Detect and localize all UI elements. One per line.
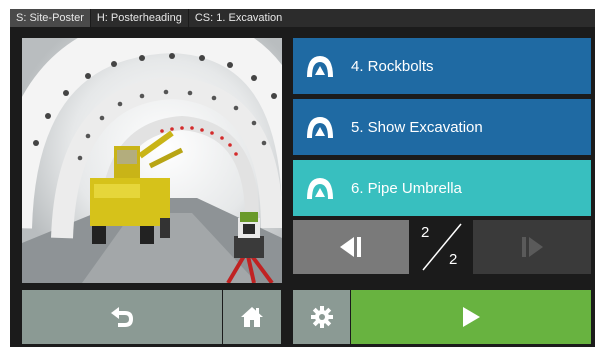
menu-item-label: 5. Show Excavation bbox=[351, 118, 483, 136]
back-button[interactable] bbox=[22, 290, 222, 344]
previous-page-button[interactable] bbox=[293, 220, 409, 274]
menu-item-show-excavation[interactable]: 5. Show Excavation bbox=[293, 99, 591, 155]
settings-button[interactable] bbox=[293, 290, 350, 344]
status-bar: S: Site-Poster H: Posterheading CS: 1. E… bbox=[10, 9, 595, 27]
status-control-set[interactable]: CS: 1. Excavation bbox=[187, 9, 288, 27]
home-button[interactable] bbox=[223, 290, 281, 344]
tunnel-icon bbox=[307, 117, 333, 138]
tunnel-icon bbox=[307, 178, 333, 199]
play-icon bbox=[463, 307, 480, 327]
next-page-button[interactable] bbox=[473, 220, 591, 274]
play-button[interactable] bbox=[351, 290, 591, 344]
back-arrow-icon bbox=[111, 307, 134, 327]
menu-item-label: 6. Pipe Umbrella bbox=[351, 179, 462, 197]
current-page: 2 bbox=[421, 224, 430, 241]
gear-icon bbox=[310, 306, 333, 328]
total-pages: 2 bbox=[449, 251, 458, 268]
page-divider bbox=[422, 223, 462, 271]
menu-item-label: 4. Rockbolts bbox=[351, 57, 434, 75]
tunnel-scene-image bbox=[22, 38, 282, 283]
menu-item-rockbolts[interactable]: 4. Rockbolts bbox=[293, 38, 591, 94]
tunnel-icon bbox=[307, 56, 333, 77]
status-site[interactable]: S: Site-Poster bbox=[10, 9, 90, 27]
status-heading[interactable]: H: Posterheading bbox=[89, 9, 188, 27]
page-indicator: 2 2 bbox=[409, 220, 473, 274]
home-icon bbox=[241, 307, 263, 327]
previous-page-icon bbox=[340, 237, 361, 257]
next-page-icon bbox=[522, 237, 543, 257]
menu-item-pipe-umbrella[interactable]: 6. Pipe Umbrella bbox=[293, 160, 591, 216]
app-screen: S: Site-Poster H: Posterheading CS: 1. E… bbox=[10, 9, 595, 347]
